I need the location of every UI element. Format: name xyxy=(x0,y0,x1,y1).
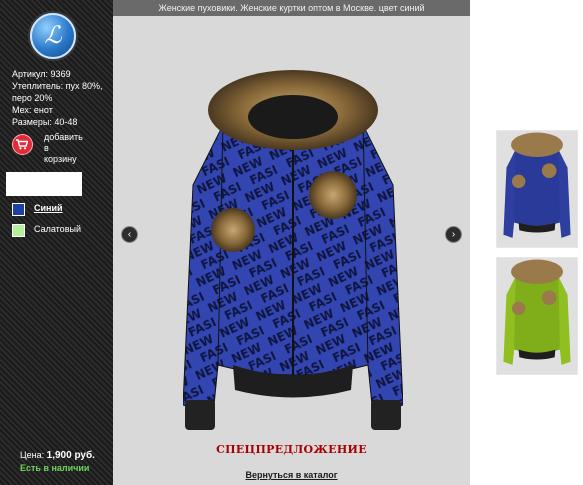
left-panel: ℒ Артикул: 9369 Утеплитель: пух 80%, пер… xyxy=(0,0,113,485)
blank-field xyxy=(6,172,82,196)
add-to-cart-button[interactable]: добавить в корзину xyxy=(12,132,112,168)
shopping-cart-icon xyxy=(12,134,33,155)
color-label: Салатовый xyxy=(34,224,81,234)
color-swatch xyxy=(12,224,25,237)
chevron-right-icon[interactable]: › xyxy=(445,226,462,243)
stock-status: Есть в наличии xyxy=(20,463,90,473)
cart-label: корзину xyxy=(44,154,77,164)
thumbnail-lime[interactable] xyxy=(496,257,578,375)
product-specs: Артикул: 9369 Утеплитель: пух 80%, перо … xyxy=(12,68,110,128)
product-image-jacket: NEW FASH xyxy=(183,70,403,430)
back-to-catalog-link[interactable]: Вернуться в каталог xyxy=(113,470,470,480)
spec-sizes: Размеры: 40-48 xyxy=(12,117,78,127)
spec-insulation: Утеплитель: пух 80%, перо 20% xyxy=(12,81,103,103)
brand-logo[interactable]: ℒ xyxy=(30,13,76,59)
cart-label: добавить xyxy=(44,132,83,142)
price-label: Цена: xyxy=(20,450,45,460)
price: Цена: 1,900 руб. xyxy=(20,450,95,461)
chevron-left-icon[interactable]: ‹ xyxy=(121,226,138,243)
cart-label: в xyxy=(44,143,49,153)
special-offer-label: СПЕЦПРЕДЛОЖЕНИЕ xyxy=(216,443,367,456)
price-value: 1,900 руб. xyxy=(46,450,95,461)
spec-article: Артикул: 9369 xyxy=(12,69,71,79)
thumbnail-image xyxy=(503,259,571,365)
spec-fur: Мех: енот xyxy=(12,105,53,115)
image-viewer: Женские пуховики. Женские куртки оптом в… xyxy=(113,0,470,485)
thumbnail-strip xyxy=(470,0,583,485)
color-swatch xyxy=(12,203,25,216)
thumbnail-image xyxy=(503,132,571,238)
page-title: Женские пуховики. Женские куртки оптом в… xyxy=(113,0,470,16)
color-label: Синий xyxy=(34,203,63,213)
thumbnail-blue[interactable] xyxy=(496,130,578,248)
